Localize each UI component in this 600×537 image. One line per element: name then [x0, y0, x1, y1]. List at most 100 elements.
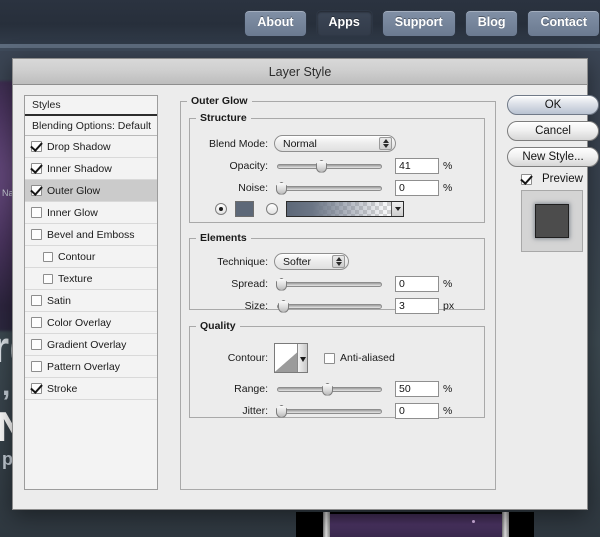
elements-legend: Elements — [200, 232, 247, 244]
checkbox-color-overlay[interactable] — [31, 317, 42, 328]
technique-select[interactable]: Softer — [274, 253, 349, 270]
blend-mode-value: Normal — [283, 137, 317, 150]
preview-thumbnail — [521, 190, 583, 252]
checkbox-stroke[interactable] — [31, 383, 42, 394]
checkbox-preview[interactable] — [521, 173, 532, 185]
glow-color-swatch[interactable] — [235, 201, 254, 217]
blend-mode-label: Blend Mode: — [209, 137, 268, 150]
quality-legend: Quality — [200, 320, 236, 332]
style-label-drop-shadow: Drop Shadow — [47, 140, 111, 153]
size-slider-thumb[interactable] — [278, 299, 289, 313]
checkbox-gradient-overlay[interactable] — [31, 339, 42, 350]
style-label-contour: Contour — [58, 250, 96, 263]
jitter-input[interactable]: 0 — [395, 403, 439, 419]
contour-row: Contour: Anti-aliased — [202, 343, 395, 373]
nav-link-support[interactable]: Support — [381, 10, 456, 37]
style-row-drop-shadow[interactable]: Drop Shadow — [25, 136, 157, 158]
style-row-bevel-and-emboss[interactable]: Bevel and Emboss — [25, 224, 157, 246]
opacity-input[interactable]: 41 — [395, 158, 439, 174]
range-slider[interactable] — [277, 382, 382, 396]
noise-slider-thumb[interactable] — [276, 181, 287, 195]
noise-input[interactable]: 0 — [395, 180, 439, 196]
nav-link-about[interactable]: About — [244, 10, 307, 37]
checkbox-drop-shadow[interactable] — [31, 141, 42, 152]
radio-solid-color[interactable] — [215, 203, 227, 215]
checkbox-pattern-overlay[interactable] — [31, 361, 42, 372]
jitter-slider-thumb[interactable] — [276, 404, 287, 418]
size-input[interactable]: 3 — [395, 298, 439, 314]
jitter-unit: % — [443, 405, 453, 417]
size-unit: px — [443, 300, 455, 312]
chevron-down-icon[interactable] — [297, 344, 307, 372]
range-unit: % — [443, 383, 453, 395]
spread-slider-thumb[interactable] — [276, 277, 287, 291]
checkbox-inner-shadow[interactable] — [31, 163, 42, 174]
style-label-inner-shadow: Inner Shadow — [47, 162, 112, 175]
spread-slider[interactable] — [276, 277, 382, 291]
dialog-body: Styles Blending Options: Default Drop Sh… — [13, 85, 599, 510]
style-row-satin[interactable]: Satin — [25, 290, 157, 312]
nav-link-contact[interactable]: Contact — [527, 10, 600, 37]
jitter-slider[interactable] — [276, 404, 382, 418]
spread-input[interactable]: 0 — [395, 276, 439, 292]
style-row-inner-shadow[interactable]: Inner Shadow — [25, 158, 157, 180]
style-row-stroke[interactable]: Stroke — [25, 378, 157, 400]
opacity-slider[interactable] — [277, 159, 382, 173]
range-label: Range: — [234, 383, 268, 395]
anti-aliased-label: Anti-aliased — [340, 352, 395, 364]
technique-row: Technique: Softer — [202, 253, 349, 270]
style-row-color-overlay[interactable]: Color Overlay — [25, 312, 157, 334]
radio-gradient[interactable] — [266, 203, 278, 215]
cancel-button[interactable]: Cancel — [507, 121, 599, 141]
ok-button[interactable]: OK — [507, 95, 599, 115]
blend-mode-select[interactable]: Normal — [274, 135, 396, 152]
checkbox-bevel-and-emboss[interactable] — [31, 229, 42, 240]
range-slider-thumb[interactable] — [322, 382, 333, 396]
blending-options-row[interactable]: Blending Options: Default — [25, 116, 157, 136]
jitter-row: Jitter: 0 % — [202, 403, 452, 419]
new-style-button[interactable]: New Style... — [507, 147, 599, 167]
spread-label: Spread: — [231, 278, 268, 290]
noise-value: 0 — [399, 182, 405, 194]
style-row-texture[interactable]: Texture — [25, 268, 157, 290]
style-row-outer-glow[interactable]: Outer Glow — [25, 180, 157, 202]
styles-list-header: Styles — [25, 96, 157, 116]
noise-unit: % — [443, 182, 453, 194]
nav-link-apps[interactable]: Apps — [315, 10, 373, 37]
checkbox-texture[interactable] — [43, 273, 53, 284]
checkbox-inner-glow[interactable] — [31, 207, 42, 218]
checkbox-outer-glow[interactable] — [31, 185, 42, 196]
style-label-satin: Satin — [47, 294, 71, 307]
screen: Na r( , N p eatures About Apps Support B… — [0, 0, 600, 537]
style-label-color-overlay: Color Overlay — [47, 316, 112, 329]
noise-slider[interactable] — [276, 181, 382, 195]
checkbox-satin[interactable] — [31, 295, 42, 306]
range-input[interactable]: 50 — [395, 381, 439, 397]
size-label: Size: — [244, 300, 268, 312]
preview-toggle-row[interactable]: Preview — [521, 173, 600, 185]
nav-link-blog[interactable]: Blog — [464, 10, 519, 37]
site-text-comma: , — [2, 369, 11, 402]
chevron-down-icon[interactable] — [391, 202, 403, 216]
chevron-updown-icon[interactable] — [332, 255, 345, 268]
checkbox-anti-aliased[interactable] — [324, 352, 335, 364]
style-row-gradient-overlay[interactable]: Gradient Overlay — [25, 334, 157, 356]
contour-preview[interactable] — [274, 343, 308, 373]
contour-label: Contour: — [227, 352, 268, 364]
style-row-pattern-overlay[interactable]: Pattern Overlay — [25, 356, 157, 378]
checkbox-contour[interactable] — [43, 251, 53, 262]
style-label-bevel-and-emboss: Bevel and Emboss — [47, 228, 135, 241]
style-row-inner-glow[interactable]: Inner Glow — [25, 202, 157, 224]
glow-gradient-preview[interactable] — [286, 201, 404, 217]
style-label-stroke: Stroke — [47, 382, 78, 395]
size-slider[interactable] — [277, 299, 382, 313]
opacity-value: 41 — [399, 160, 411, 172]
noise-row: Noise: 0 % — [202, 180, 452, 196]
dialog-title: Layer Style — [268, 64, 332, 79]
screenshot-strip — [296, 512, 534, 537]
chevron-updown-icon[interactable] — [379, 137, 392, 150]
style-row-contour[interactable]: Contour — [25, 246, 157, 268]
dialog-titlebar[interactable]: Layer Style — [13, 59, 587, 85]
blending-options-label: Blending Options: Default — [32, 119, 152, 132]
opacity-slider-thumb[interactable] — [316, 159, 327, 173]
